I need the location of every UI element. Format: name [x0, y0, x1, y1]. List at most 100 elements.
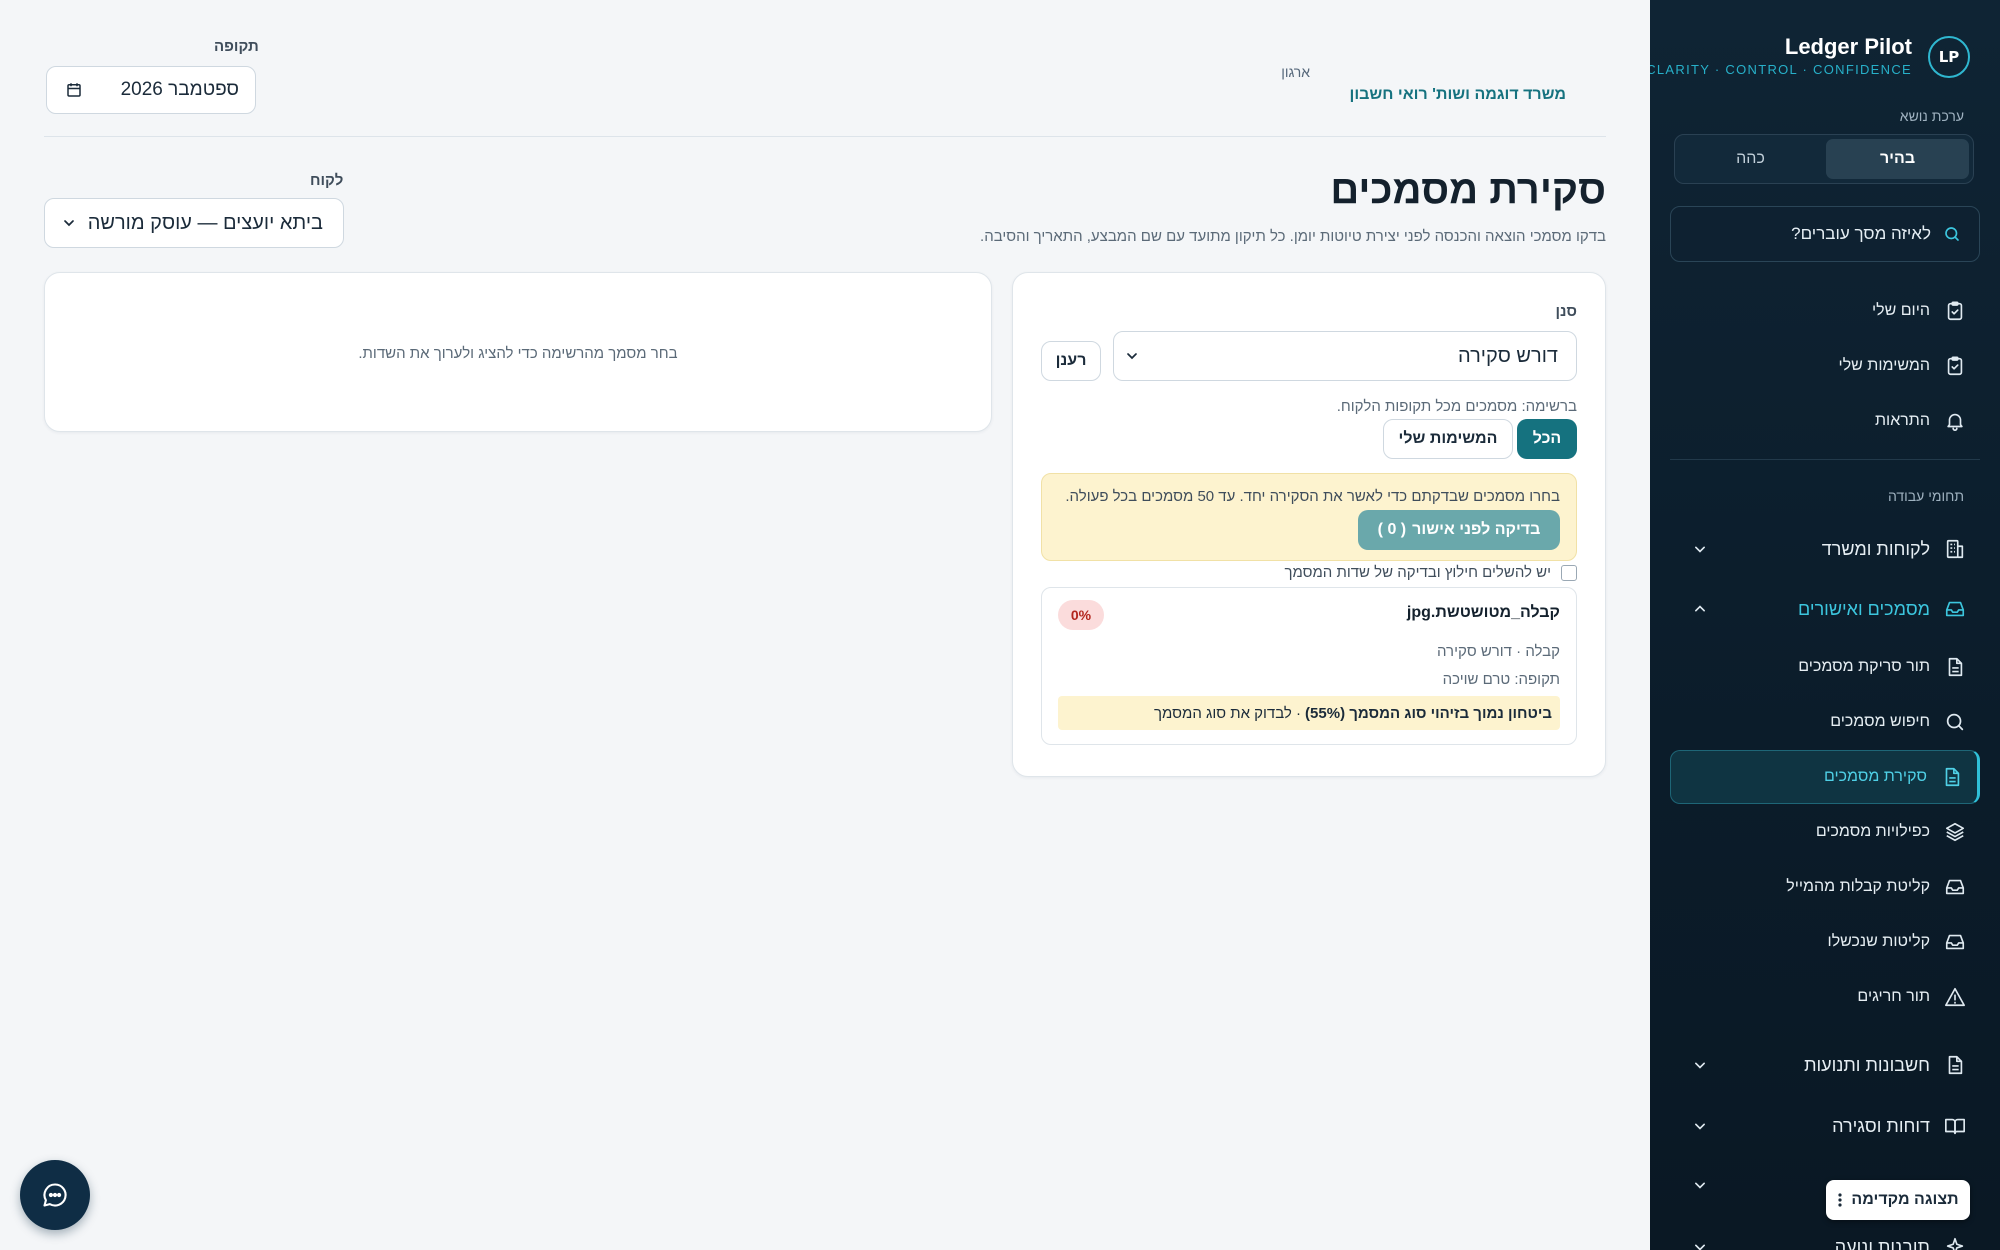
preview-button[interactable]: תצוגה מקדימה — [1826, 1180, 1970, 1220]
clipboard-check-icon — [1944, 355, 1966, 377]
sidebar-divider — [1670, 459, 1980, 460]
bulk-approve-box: בחרו מסמכים שבדקתם כדי לאשר את הסקירה יח… — [1041, 473, 1577, 561]
search-icon — [1944, 711, 1966, 733]
document-type-status: קבלה · דורש סקירה — [1437, 643, 1560, 660]
document-icon — [1944, 1054, 1966, 1076]
nav-label: כפילויות מסמכים — [1815, 823, 1930, 840]
filter-value: דורש סקירה — [1458, 344, 1558, 367]
org-label: ארגון — [1281, 64, 1310, 80]
client-label: לקוח — [310, 172, 344, 189]
nav-label: המשימות שלי — [1838, 357, 1930, 374]
document-period: תקופה: טרם שויכה — [1442, 671, 1560, 688]
preview-label: תצוגה מקדימה — [1851, 1191, 1959, 1208]
document-detail-panel: בחר מסמך מהרשימה כדי להציג ולערוך את השד… — [44, 272, 992, 432]
nav-label: סקירת מסמכים — [1823, 768, 1927, 785]
approve-button-label: בדיקה לפני אישור — [1412, 521, 1541, 538]
nav-label: קליטת קבלות מהמייל — [1786, 878, 1930, 895]
more-vertical-icon — [1837, 1192, 1843, 1208]
nav-label: התראות — [1875, 412, 1930, 429]
document-checkbox[interactable] — [1561, 564, 1577, 581]
nav-group-insights[interactable]: תובנות ונועה — [1670, 1222, 1980, 1250]
nav-item-failed-imports[interactable]: קליטות שנכשלו — [1670, 917, 1980, 967]
nav-item-scan-queue[interactable]: תור סריקת מסמכים — [1670, 642, 1980, 692]
period-picker[interactable]: ספטמבר 2026 — [46, 66, 256, 114]
chat-bubble-icon — [41, 1181, 69, 1209]
warning-text: · לבדוק את סוג המסמך — [1154, 704, 1302, 722]
nav-label: תובנות ונועה — [1834, 1236, 1930, 1250]
pre-approve-check-button[interactable]: בדיקה לפני אישור ( 0 ) — [1358, 510, 1560, 550]
page-title: סקירת מסמכים — [1330, 168, 1606, 212]
refresh-button[interactable]: רענן — [1041, 341, 1101, 381]
page-description: בדקו מסמכי הוצאה והכנסה לפני יצירת טיוטו… — [980, 228, 1606, 245]
nav-label: לקוחות ומשרד — [1821, 538, 1930, 559]
brand-name: Ledger Pilot — [1784, 34, 1912, 59]
chevron-down-icon[interactable] — [1690, 1055, 1710, 1075]
nav-item-my-tasks[interactable]: המשימות שלי — [1670, 341, 1980, 391]
nav-label: קליטות שנכשלו — [1827, 933, 1930, 950]
nav-item-email-receipts[interactable]: קליטת קבלות מהמייל — [1670, 862, 1980, 912]
warning-triangle-icon — [1944, 986, 1966, 1008]
theme-option-light[interactable]: בהיר — [1826, 139, 1969, 179]
select-row[interactable]: יש להשלים חילוץ ובדיקה של שדות המסמך — [1284, 564, 1577, 581]
top-bar: ארגון משרד דוגמה ושות' רואי חשבון תקופה … — [44, 0, 1606, 138]
brand-logo-icon[interactable]: LP — [1928, 36, 1970, 78]
sparkle-icon — [1944, 1236, 1966, 1250]
book-open-icon — [1944, 1115, 1966, 1137]
document-icon — [1941, 766, 1963, 788]
nav-item-document-review[interactable]: סקירת מסמכים — [1670, 750, 1980, 804]
calendar-icon[interactable] — [65, 81, 83, 99]
filter-label: סנן — [1555, 303, 1577, 320]
nav-item-exceptions-queue[interactable]: תור חריגים — [1670, 972, 1980, 1022]
nav-label: מסמכים ואישורים — [1798, 598, 1930, 619]
period-label: תקופה — [214, 38, 259, 55]
nav-group-clients[interactable]: לקוחות ומשרד — [1670, 524, 1980, 574]
theme-label: ערכת נושא — [1899, 108, 1964, 124]
nav-label: דוחות וסגירה — [1832, 1115, 1930, 1136]
nav-label: היום שלי — [1871, 302, 1930, 319]
confidence-badge: 0% — [1058, 600, 1104, 630]
chevron-down-icon[interactable] — [1690, 1237, 1710, 1250]
inbox-icon — [1944, 876, 1966, 898]
chat-button[interactable] — [20, 1160, 90, 1230]
search-icon — [1943, 225, 1961, 243]
period-value: ספטמבר 2026 — [120, 79, 239, 100]
bell-icon — [1944, 410, 1966, 432]
nav-label: חשבונות ותנועות — [1804, 1054, 1930, 1075]
empty-state-message: בחר מסמך מהרשימה כדי להציג ולערוך את השד… — [358, 345, 678, 362]
segment-my-tasks[interactable]: המשימות שלי — [1383, 419, 1513, 459]
nav-item-duplicates[interactable]: כפילויות מסמכים — [1670, 807, 1980, 857]
chevron-down-icon[interactable] — [1690, 539, 1710, 559]
document-card[interactable]: קבלה_מטושטשת.jpg 0% קבלה · דורש סקירה תק… — [1041, 587, 1577, 745]
nav-item-my-day[interactable]: היום שלי — [1670, 286, 1980, 336]
approve-count: ( 0 ) — [1377, 521, 1407, 538]
document-icon — [1944, 656, 1966, 678]
layers-icon — [1944, 821, 1966, 843]
document-list-panel: סנן דורש סקירה רענן ברשימה: מסמכים מכל ת… — [1012, 272, 1606, 777]
chevron-down-icon[interactable] — [1690, 1175, 1710, 1195]
segment-all[interactable]: הכל — [1517, 419, 1577, 459]
nav-group-reports[interactable]: דוחות וסגירה — [1670, 1101, 1980, 1151]
nav-item-alerts[interactable]: התראות — [1670, 396, 1980, 446]
chevron-down-icon — [61, 215, 77, 231]
brand: LP Ledger Pilot CLARITY · CONTROL · CONF… — [1650, 32, 1970, 82]
inbox-icon — [1944, 931, 1966, 953]
list-scope-note: ברשימה: מסמכים מכל תקופות הלקוח. — [1336, 398, 1577, 415]
chevron-up-icon[interactable] — [1690, 599, 1710, 619]
checkbox-label: יש להשלים חילוץ ובדיקה של שדות המסמך — [1284, 564, 1551, 581]
sidebar-search — [1670, 206, 1980, 262]
nav-group-accounts[interactable]: חשבונות ותנועות — [1670, 1040, 1980, 1090]
chevron-down-icon[interactable] — [1690, 1116, 1710, 1136]
top-divider — [44, 136, 1606, 137]
brand-tagline: CLARITY · CONTROL · CONFIDENCE — [1650, 62, 1912, 77]
sidebar-search-input[interactable] — [1689, 224, 1931, 244]
client-select[interactable]: ביתא יועצים — עוסק מורשה — [44, 198, 344, 248]
nav-item-document-search[interactable]: חיפוש מסמכים — [1670, 697, 1980, 747]
theme-option-dark[interactable]: כהה — [1679, 139, 1822, 179]
document-file-name: קבלה_מטושטשת.jpg — [1406, 604, 1560, 621]
nav-label: תור חריגים — [1857, 988, 1930, 1005]
filter-select[interactable]: דורש סקירה — [1113, 331, 1577, 381]
nav-group-documents[interactable]: מסמכים ואישורים — [1670, 584, 1980, 634]
org-name[interactable]: משרד דוגמה ושות' רואי חשבון — [1350, 86, 1567, 104]
sidebar: LP Ledger Pilot CLARITY · CONTROL · CONF… — [1650, 0, 2000, 1250]
work-areas-label: תחומי עבודה — [1887, 488, 1964, 504]
